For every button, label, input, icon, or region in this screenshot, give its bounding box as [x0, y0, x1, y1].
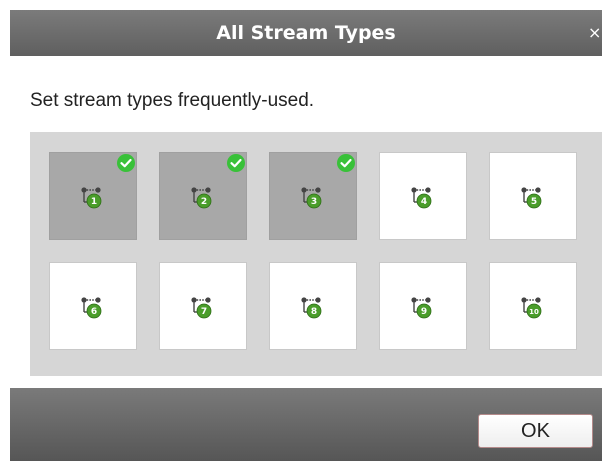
- stream-tile-1[interactable]: 1: [49, 152, 137, 240]
- stream-number: 7: [201, 307, 207, 317]
- stream-tile-6[interactable]: 6: [49, 262, 137, 350]
- stream-tile-9[interactable]: 9: [379, 262, 467, 350]
- stream-number: 10: [529, 308, 539, 316]
- stream-number: 5: [531, 197, 537, 207]
- close-icon[interactable]: ×: [588, 10, 602, 56]
- stream-number: 3: [311, 197, 317, 207]
- check-circle-icon: [337, 154, 355, 172]
- stream-tile-10[interactable]: 10: [489, 262, 577, 350]
- stream-tile-3[interactable]: 3: [269, 152, 357, 240]
- dialog-titlebar: All Stream Types ×: [10, 10, 602, 56]
- stream-tile-2[interactable]: 2: [159, 152, 247, 240]
- check-circle-icon: [117, 154, 135, 172]
- stream-type-icon: 1: [81, 187, 102, 209]
- stream-tile-4[interactable]: 4: [379, 152, 467, 240]
- stream-number: 2: [201, 197, 207, 207]
- dialog-title: All Stream Types: [216, 22, 396, 44]
- stream-type-icon: 7: [191, 297, 212, 319]
- stream-type-icon: 10: [521, 297, 542, 319]
- all-stream-types-dialog: All Stream Types × Set stream types freq…: [10, 10, 602, 461]
- stream-number: 8: [311, 307, 317, 317]
- stream-number: 4: [421, 197, 427, 207]
- ok-button[interactable]: OK: [478, 414, 593, 448]
- stream-number: 9: [421, 307, 427, 317]
- stream-type-icon: 4: [411, 187, 432, 209]
- stream-type-icon: 8: [301, 297, 322, 319]
- check-circle-icon: [227, 154, 245, 172]
- stream-tile-5[interactable]: 5: [489, 152, 577, 240]
- stream-type-icon: 2: [191, 187, 212, 209]
- stream-tile-8[interactable]: 8: [269, 262, 357, 350]
- stream-number: 1: [91, 197, 97, 207]
- stream-type-icon: 9: [411, 297, 432, 319]
- stream-type-grid: 1 2 3 4 5 6 7 8 9 10: [30, 132, 602, 376]
- stream-type-icon: 6: [81, 297, 102, 319]
- stream-type-icon: 5: [521, 187, 542, 209]
- stream-type-icon: 3: [301, 187, 322, 209]
- dialog-footer: OK: [10, 388, 602, 461]
- stream-number: 6: [91, 307, 97, 317]
- stream-tile-7[interactable]: 7: [159, 262, 247, 350]
- instruction-text: Set stream types frequently-used.: [30, 90, 315, 111]
